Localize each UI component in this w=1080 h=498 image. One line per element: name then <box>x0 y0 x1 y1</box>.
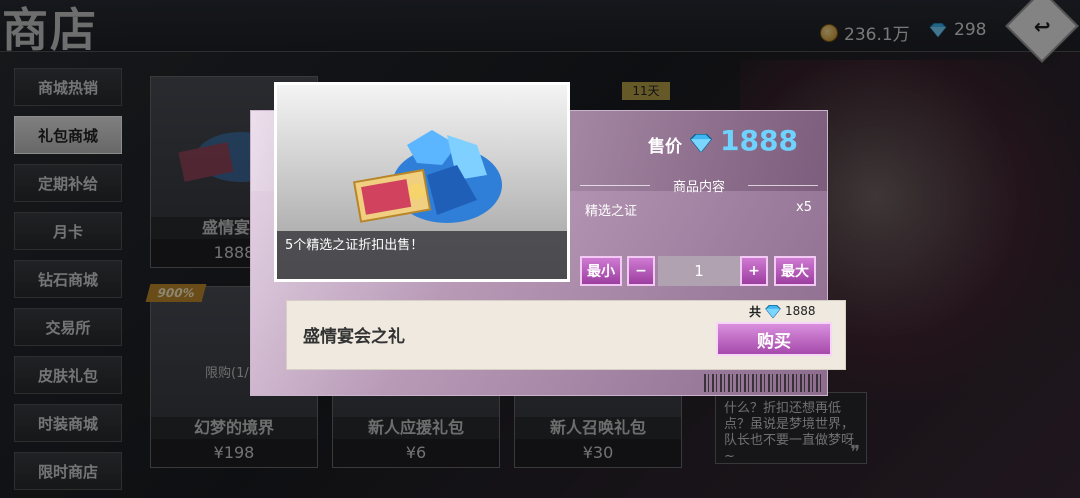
gem-pile-icon <box>352 130 502 223</box>
content-item-qty: x5 <box>796 200 812 215</box>
diamond-icon <box>689 134 713 152</box>
total-label: 共 <box>749 305 762 319</box>
contents-heading: 商品内容 <box>580 176 818 195</box>
content-item-name: 精选之证 <box>585 204 638 219</box>
gift-name: 盛情宴会之礼 <box>303 327 405 347</box>
diamond-icon <box>765 305 781 318</box>
buy-button[interactable]: 购买 <box>716 322 832 356</box>
product-preview: 5个精选之证折扣出售！ <box>274 82 570 282</box>
min-quantity-button[interactable]: 最小 <box>580 256 622 286</box>
decrease-quantity-button[interactable]: − <box>627 256 655 286</box>
price-label: 售价 <box>648 137 682 157</box>
max-quantity-button[interactable]: 最大 <box>774 256 816 286</box>
quantity-field[interactable]: 1 <box>658 256 740 286</box>
total-value: 1888 <box>785 304 816 318</box>
price-value: 1888 <box>720 124 798 157</box>
barcode-decoration <box>704 374 822 392</box>
product-caption: 5个精选之证折扣出售！ <box>277 231 567 279</box>
increase-quantity-button[interactable]: + <box>740 256 768 286</box>
